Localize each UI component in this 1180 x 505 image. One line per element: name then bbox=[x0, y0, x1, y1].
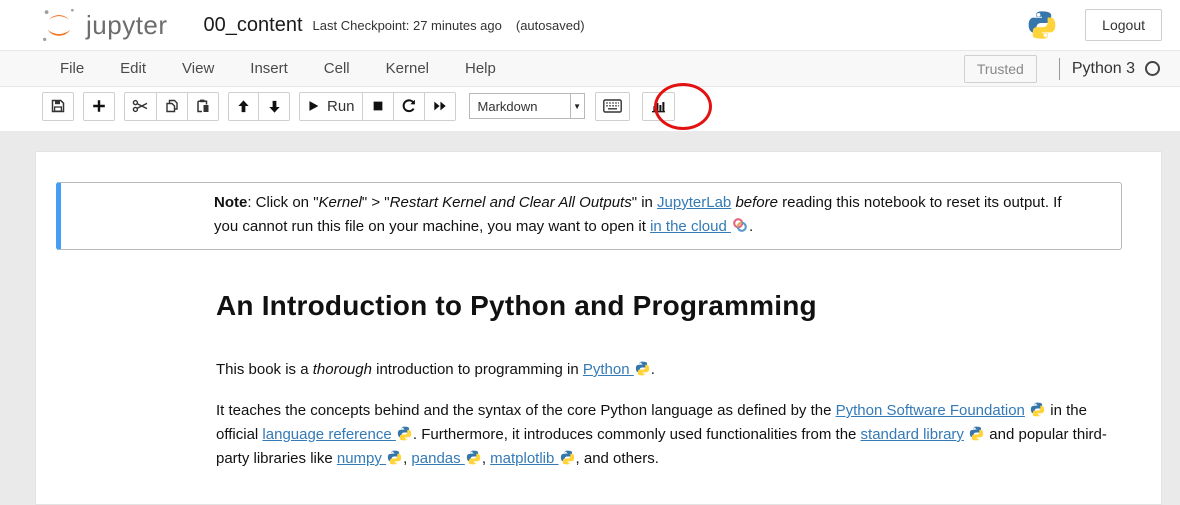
python-icon bbox=[1030, 402, 1045, 417]
fast-forward-icon bbox=[432, 99, 448, 113]
markdown-link[interactable]: Python Software Foundation bbox=[836, 402, 1025, 419]
cut-button[interactable] bbox=[124, 92, 157, 121]
copy-icon bbox=[164, 98, 180, 114]
restart-run-all-button[interactable] bbox=[425, 92, 456, 121]
header: jupyter 00_content Last Checkpoint: 27 m… bbox=[0, 0, 1180, 50]
checkpoint-status: Last Checkpoint: 27 minutes ago bbox=[313, 18, 502, 33]
markdown-link[interactable]: in the cloud bbox=[650, 218, 731, 235]
menu-edit[interactable]: Edit bbox=[102, 52, 164, 85]
cut-icon bbox=[132, 98, 149, 114]
interrupt-kernel-button[interactable] bbox=[363, 92, 394, 121]
intro-paragraph: This book is a thorough introduction to … bbox=[216, 358, 1121, 382]
note-text: Note: Click on "Kernel" > "Restart Kerne… bbox=[214, 194, 1062, 235]
menu-file[interactable]: File bbox=[42, 52, 102, 85]
cell-type-value: Markdown bbox=[470, 94, 570, 118]
bar-chart-icon bbox=[650, 98, 667, 114]
python-kernel-logo-icon bbox=[1027, 10, 1057, 40]
bar-chart-button[interactable] bbox=[642, 92, 675, 121]
run-label: Run bbox=[327, 98, 355, 115]
kernel-name: Python 3 bbox=[1072, 60, 1135, 78]
save-icon bbox=[50, 98, 66, 114]
markdown-link[interactable]: JupyterLab bbox=[657, 194, 731, 211]
notebook-title[interactable]: 00_content bbox=[204, 14, 303, 37]
python-icon bbox=[635, 361, 650, 376]
markdown-link[interactable]: language reference bbox=[262, 426, 395, 443]
jupyter-notebook-app: jupyter 00_content Last Checkpoint: 27 m… bbox=[0, 0, 1180, 505]
cell-type-select[interactable]: Markdown ▼ bbox=[469, 93, 585, 119]
markdown-link[interactable]: pandas bbox=[411, 450, 464, 467]
markdown-link[interactable]: matplotlib bbox=[490, 450, 558, 467]
python-icon bbox=[397, 426, 412, 441]
trusted-badge[interactable]: Trusted bbox=[964, 55, 1037, 83]
jupyter-logo-icon bbox=[38, 4, 80, 46]
note-callout: Note: Click on "Kernel" > "Restart Kerne… bbox=[56, 182, 1122, 250]
kernel-divider bbox=[1059, 58, 1060, 80]
python-icon bbox=[387, 450, 402, 465]
menu-cell[interactable]: Cell bbox=[306, 52, 368, 85]
move-down-icon bbox=[267, 99, 282, 114]
run-cell-button[interactable]: Run bbox=[299, 92, 363, 121]
run-icon bbox=[307, 99, 320, 113]
markdown-link[interactable]: Python bbox=[583, 361, 634, 378]
menu-help[interactable]: Help bbox=[447, 52, 514, 85]
menu-insert[interactable]: Insert bbox=[232, 52, 306, 85]
autosave-status: (autosaved) bbox=[516, 18, 585, 33]
description-paragraph: It teaches the concepts behind and the s… bbox=[216, 399, 1121, 471]
paste-button[interactable] bbox=[188, 92, 219, 121]
menu-kernel[interactable]: Kernel bbox=[368, 52, 447, 85]
menubar: File Edit View Insert Cell Kernel Help T… bbox=[0, 50, 1180, 87]
add-cell-button[interactable] bbox=[83, 92, 115, 121]
page-title: An Introduction to Python and Programmin… bbox=[216, 290, 1121, 322]
chevron-down-icon: ▼ bbox=[570, 94, 584, 118]
kernel-idle-circle-icon bbox=[1145, 61, 1160, 76]
move-cell-up-button[interactable] bbox=[228, 92, 259, 121]
markdown-link[interactable]: standard library bbox=[861, 426, 964, 443]
menubar-right: Trusted Python 3 bbox=[964, 55, 1160, 83]
keyboard-icon bbox=[603, 99, 622, 113]
command-palette-button[interactable] bbox=[595, 92, 630, 121]
stop-icon bbox=[371, 99, 385, 113]
menu-view[interactable]: View bbox=[164, 52, 232, 85]
restart-kernel-icon bbox=[401, 98, 417, 114]
notebook-container: Note: Click on "Kernel" > "Restart Kerne… bbox=[35, 151, 1162, 505]
binder-icon bbox=[732, 217, 748, 233]
restart-kernel-button[interactable] bbox=[394, 92, 425, 121]
markdown-link[interactable]: numpy bbox=[337, 450, 386, 467]
jupyter-wordmark: jupyter bbox=[86, 10, 168, 41]
python-icon bbox=[560, 450, 575, 465]
notebook-scroll-area[interactable]: Note: Click on "Kernel" > "Restart Kerne… bbox=[0, 131, 1180, 505]
python-icon bbox=[466, 450, 481, 465]
paste-icon bbox=[195, 98, 211, 114]
add-cell-icon bbox=[91, 98, 107, 114]
logout-button[interactable]: Logout bbox=[1085, 9, 1162, 41]
jupyter-logo[interactable]: jupyter bbox=[38, 4, 168, 46]
python-icon bbox=[969, 426, 984, 441]
move-cell-down-button[interactable] bbox=[259, 92, 290, 121]
toolbar: Run Markdown ▼ bbox=[0, 87, 1180, 131]
save-button[interactable] bbox=[42, 92, 74, 121]
move-up-icon bbox=[236, 99, 251, 114]
copy-button[interactable] bbox=[157, 92, 188, 121]
